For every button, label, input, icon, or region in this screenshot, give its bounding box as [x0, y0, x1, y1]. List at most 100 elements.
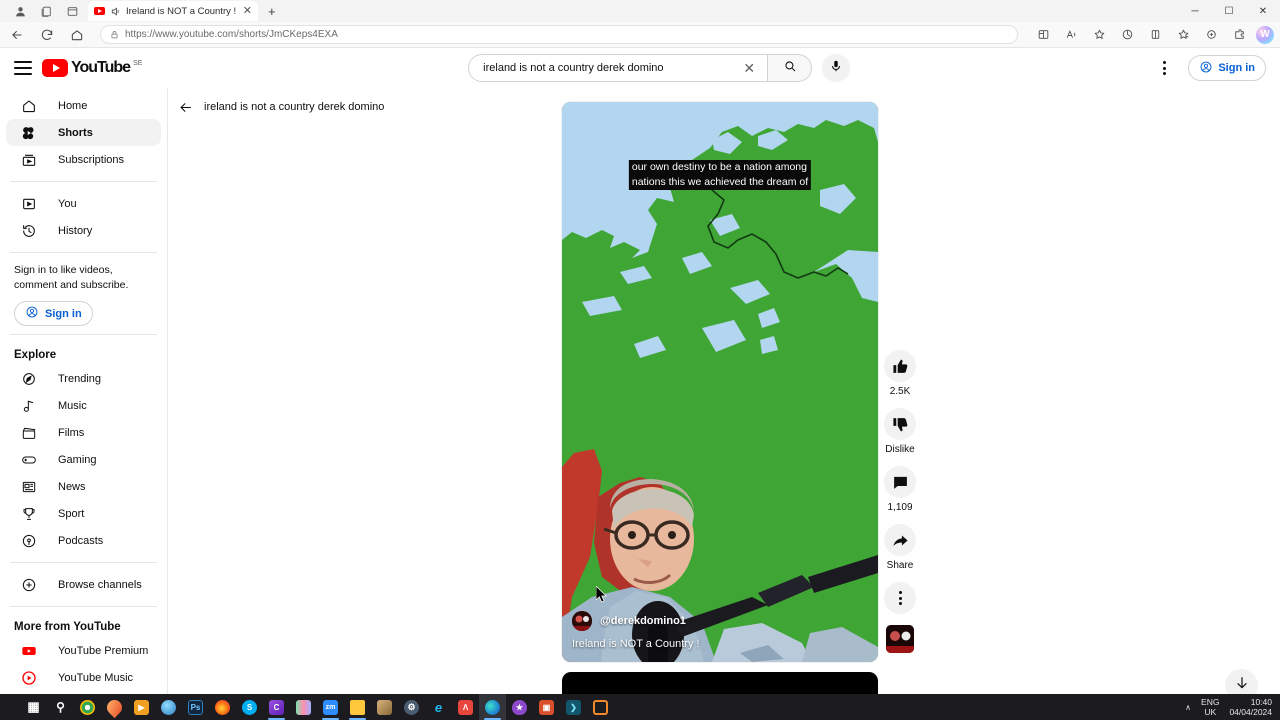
refresh-icon[interactable] — [36, 24, 58, 46]
dislike-button[interactable]: Dislike — [884, 408, 916, 455]
sidebar-item-shorts[interactable]: Shorts — [6, 119, 161, 146]
taskbar-app-skype[interactable]: S — [236, 694, 263, 720]
taskbar-app-zoom[interactable]: zm — [317, 694, 344, 720]
taskbar-app-media-player[interactable]: ▶ — [128, 694, 155, 720]
taskbar-app-vm[interactable] — [587, 694, 614, 720]
close-icon[interactable]: ✕ — [243, 5, 252, 17]
taskbar-app-terminal[interactable]: ❯ — [560, 694, 587, 720]
sidebar-item-youtube-music[interactable]: YouTube Music — [6, 664, 161, 691]
taskbar-app-file-explorer[interactable] — [344, 694, 371, 720]
sidebar-item-home[interactable]: Home — [6, 92, 161, 119]
settings-button[interactable] — [1150, 54, 1178, 82]
sidebar-item-browse-channels[interactable]: Browse channels — [6, 571, 161, 598]
address-url: https://www.youtube.com/shorts/JmCKeps4E… — [125, 29, 338, 40]
back-icon[interactable] — [6, 24, 28, 46]
extensions-icon[interactable] — [1228, 24, 1250, 46]
read-aloud-icon[interactable] — [1060, 24, 1082, 46]
sidebar-item-you[interactable]: You — [6, 190, 161, 217]
share-button[interactable]: Share — [884, 524, 916, 571]
taskbar-app-edge[interactable] — [479, 694, 506, 720]
shorts-video-player[interactable]: our own destiny to be a nation among nat… — [562, 102, 878, 662]
language-indicator[interactable]: ENG UK — [1201, 697, 1219, 717]
maximize-button[interactable]: ☐ — [1212, 0, 1246, 22]
taskbar-app-settings[interactable]: ⚙ — [398, 694, 425, 720]
close-window-button[interactable]: ✕ — [1246, 0, 1280, 22]
taskbar-app-photoshop[interactable]: Ps — [182, 694, 209, 720]
taskbar-app-paint[interactable] — [371, 694, 398, 720]
add-profile-icon[interactable] — [1200, 24, 1222, 46]
sidebar-item-subscriptions[interactable]: Subscriptions — [6, 146, 161, 173]
sign-in-button[interactable]: Sign in — [1188, 55, 1266, 81]
gaming-icon — [20, 451, 38, 469]
more-options-button[interactable] — [884, 582, 916, 614]
browser-tab[interactable]: Ireland is NOT a Country ! ✕ — [88, 1, 258, 21]
taskbar-app-icons: ▦ ⚲ ▶ Ps S C zm ⚙ e Λ ★ ▣ ❯ — [0, 694, 614, 720]
home-icon[interactable] — [66, 24, 88, 46]
taskbar-search-button[interactable]: ⚲ — [47, 694, 74, 720]
collections-icon[interactable] — [38, 3, 54, 19]
sidebar-item-podcasts[interactable]: Podcasts — [6, 527, 161, 554]
taskbar-app-chrome[interactable] — [74, 694, 101, 720]
tray-expand-icon[interactable]: ∧ — [1185, 703, 1191, 712]
camera-icon: ▣ — [539, 699, 554, 715]
channel-thumbnail[interactable] — [886, 625, 914, 653]
youtube-music-icon — [20, 669, 38, 687]
taskbar-app-teams[interactable]: C — [263, 694, 290, 720]
search-input[interactable]: ireland is not a country derek domino ✕ — [468, 54, 769, 82]
caption-line: our own destiny to be a nation among — [628, 160, 812, 175]
browser-essentials-icon[interactable] — [1116, 24, 1138, 46]
main-content: ireland is not a country derek domino ou… — [168, 48, 1280, 720]
taskbar-app-graph[interactable] — [290, 694, 317, 720]
sidebar-item-films[interactable]: Films — [6, 419, 161, 446]
arrow-left-icon[interactable] — [176, 98, 194, 116]
search-button[interactable] — [768, 54, 813, 82]
voice-search-button[interactable] — [822, 54, 851, 82]
account-circle-icon — [25, 305, 39, 322]
sidebar-item-history[interactable]: History — [6, 217, 161, 244]
clear-search-icon[interactable]: ✕ — [739, 60, 759, 77]
sidebar-item-label: YouTube Premium — [58, 644, 149, 657]
split-screen-icon[interactable] — [1032, 24, 1054, 46]
thumbs-up-icon — [884, 350, 916, 382]
tab-actions-icon[interactable] — [64, 3, 80, 19]
sidebar-item-youtube-premium[interactable]: YouTube Premium — [6, 637, 161, 664]
sport-icon — [20, 505, 38, 523]
sidebar-sign-in-button[interactable]: Sign in — [14, 301, 93, 326]
favorites-star-icon[interactable] — [1088, 24, 1110, 46]
sidebar-item-label: Shorts — [58, 126, 93, 139]
speaker-icon[interactable] — [110, 6, 121, 17]
split-pane-icon[interactable] — [1144, 24, 1166, 46]
microphone-icon — [829, 59, 843, 78]
like-button[interactable]: 2.5K — [884, 350, 916, 397]
taskbar-app-camera[interactable]: ▣ — [533, 694, 560, 720]
collections-icon[interactable] — [1172, 24, 1194, 46]
header-center: ireland is not a country derek domino ✕ — [168, 54, 1150, 82]
taskbar-app-firefox[interactable] — [209, 694, 236, 720]
sidebar-item-trending[interactable]: Trending — [6, 365, 161, 392]
minimize-button[interactable]: ─ — [1178, 0, 1212, 22]
copilot-icon[interactable]: W — [1256, 25, 1274, 44]
new-tab-button[interactable]: + — [268, 5, 276, 18]
internet-explorer-icon: e — [434, 699, 443, 715]
sidebar-item-music[interactable]: Music — [6, 392, 161, 419]
taskbar-app-drop[interactable] — [101, 694, 128, 720]
account-circle-icon — [1199, 60, 1213, 77]
sidebar-divider — [10, 606, 157, 607]
youtube-logo[interactable]: YouTube SE — [42, 59, 142, 77]
profile-icon[interactable] — [12, 3, 28, 19]
taskbar-app-shield[interactable]: ★ — [506, 694, 533, 720]
taskbar-app-acrobat[interactable]: Λ — [452, 694, 479, 720]
taskbar-start-button[interactable]: ▦ — [20, 694, 47, 720]
address-bar[interactable]: https://www.youtube.com/shorts/JmCKeps4E… — [100, 25, 1018, 44]
avatar[interactable] — [572, 611, 592, 631]
comments-button[interactable]: 1,109 — [884, 466, 916, 513]
sidebar-item-news[interactable]: News — [6, 473, 161, 500]
channel-handle[interactable]: @derekdomino1 — [600, 615, 686, 627]
taskbar-app-earth[interactable] — [155, 694, 182, 720]
channel-row[interactable]: @derekdomino1 — [572, 611, 868, 631]
guide-menu-button[interactable] — [14, 61, 32, 75]
clock[interactable]: 10:40 04/04/2024 — [1229, 697, 1272, 717]
sidebar-item-gaming[interactable]: Gaming — [6, 446, 161, 473]
taskbar-app-internet-explorer[interactable]: e — [425, 694, 452, 720]
sidebar-item-sport[interactable]: Sport — [6, 500, 161, 527]
